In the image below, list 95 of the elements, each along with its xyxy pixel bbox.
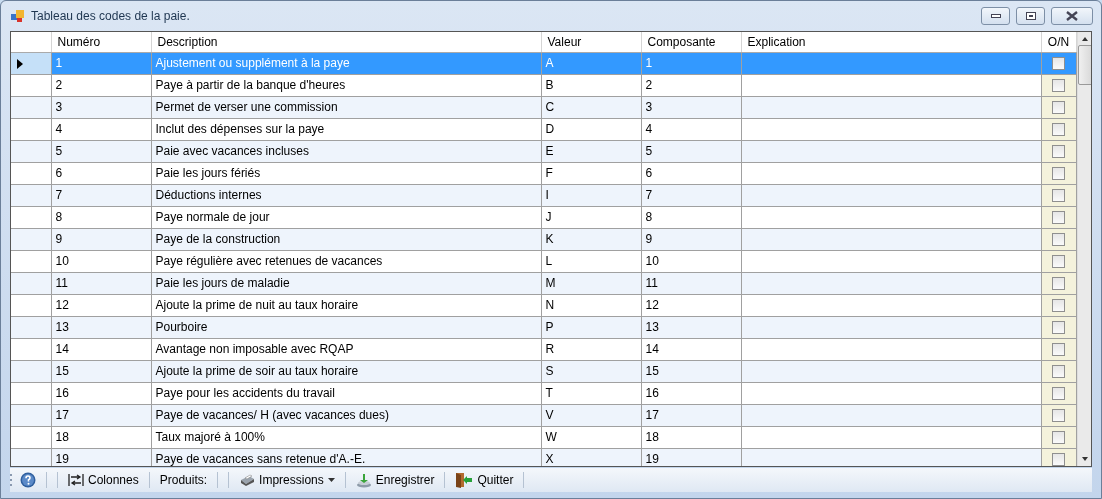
- table-cell: L: [541, 250, 641, 272]
- column-header[interactable]: O/N: [1041, 32, 1076, 52]
- table-cell: W: [541, 426, 641, 448]
- exit-icon: [455, 472, 474, 488]
- minimize-icon: [990, 14, 1001, 18]
- scroll-down-icon[interactable]: [1081, 455, 1089, 463]
- window-title: Tableau des codes de la paie.: [31, 8, 191, 25]
- minimize-button[interactable]: [981, 7, 1010, 25]
- table-cell: 16: [51, 382, 151, 404]
- table-cell: 14: [641, 338, 741, 360]
- table-cell: 4: [51, 118, 151, 140]
- row-pointer-icon: [17, 58, 23, 69]
- table-cell: 2: [641, 74, 741, 96]
- table-cell: Permet de verser une commission: [151, 96, 541, 118]
- table-cell: 6: [641, 162, 741, 184]
- toolbar-button[interactable]: Quitter: [452, 471, 517, 489]
- table-cell: Paie les jours de maladie: [151, 272, 541, 294]
- column-header[interactable]: Description: [151, 32, 541, 52]
- caret-icon: [327, 478, 335, 482]
- table-cell: 6: [51, 162, 151, 184]
- table-cell: D: [541, 118, 641, 140]
- table-cell: 8: [641, 206, 741, 228]
- table-cell: Déductions internes: [151, 184, 541, 206]
- maximize-icon: [1025, 12, 1036, 20]
- table-cell: F: [541, 162, 641, 184]
- table-cell: 12: [51, 294, 151, 316]
- close-button[interactable]: [1051, 7, 1093, 25]
- printer-icon: [239, 473, 256, 487]
- table-cell: Pourboire: [151, 316, 541, 338]
- checkbox[interactable]: [1052, 431, 1065, 445]
- table-cell: 10: [641, 250, 741, 272]
- column-header[interactable]: Numéro: [51, 32, 151, 52]
- checkbox[interactable]: [1052, 409, 1065, 423]
- table-cell: Paye de vacances/ H (avec vacances dues): [151, 404, 541, 426]
- table-cell: Inclut des dépenses sur la paye: [151, 118, 541, 140]
- checkbox[interactable]: [1052, 255, 1065, 269]
- help-icon: [20, 472, 36, 488]
- table-cell: Paye à partir de la banque d'heures: [151, 74, 541, 96]
- checkbox[interactable]: [1052, 189, 1065, 203]
- table-cell: Paye pour les accidents du travail: [151, 382, 541, 404]
- table-cell: 16: [641, 382, 741, 404]
- checkbox[interactable]: [1052, 233, 1065, 247]
- scroll-up-icon[interactable]: [1081, 35, 1089, 43]
- checkbox[interactable]: [1052, 365, 1065, 379]
- table-cell: R: [541, 338, 641, 360]
- close-icon: [1066, 11, 1078, 21]
- checkbox[interactable]: [1052, 321, 1065, 335]
- maximize-button[interactable]: [1016, 7, 1045, 25]
- table-cell: 14: [51, 338, 151, 360]
- checkbox[interactable]: [1052, 79, 1065, 93]
- table-cell: Paye de la construction: [151, 228, 541, 250]
- dropdown-button[interactable]: Impressions: [236, 471, 338, 489]
- column-header[interactable]: Explication: [741, 32, 1041, 52]
- window-icon: [11, 9, 25, 23]
- scroll-thumb[interactable]: [1077, 45, 1091, 85]
- checkbox[interactable]: [1052, 387, 1065, 401]
- table-cell: J: [541, 206, 641, 228]
- table-cell: T: [541, 382, 641, 404]
- row-header[interactable]: [11, 52, 51, 74]
- checkbox[interactable]: [1052, 211, 1065, 225]
- table-cell: Ajoute la prime de soir au taux horaire: [151, 360, 541, 382]
- table-cell: Paye régulière avec retenues de vacances: [151, 250, 541, 272]
- column-header[interactable]: Valeur: [541, 32, 641, 52]
- table-cell: Paie avec vacances incluses: [151, 140, 541, 162]
- checkbox[interactable]: [1052, 453, 1065, 466]
- checkbox[interactable]: [1052, 167, 1065, 181]
- checkbox[interactable]: [1052, 57, 1065, 71]
- checkbox[interactable]: [1052, 343, 1065, 357]
- table-cell: Taux majoré à 100%: [151, 426, 541, 448]
- toolbar-button[interactable]: Enregistrer: [352, 471, 438, 489]
- table-cell: 12: [641, 294, 741, 316]
- column-header[interactable]: Composante: [641, 32, 741, 52]
- columns-icon: [68, 473, 84, 487]
- table-cell: N: [541, 294, 641, 316]
- checkbox[interactable]: [1052, 277, 1065, 291]
- table-cell: Avantage non imposable avec RQAP: [151, 338, 541, 360]
- table-cell: Ajustement ou supplément à la paye: [151, 52, 541, 74]
- table-cell: 10: [51, 250, 151, 272]
- checkbox[interactable]: [1052, 123, 1065, 137]
- table-cell: Paie les jours fériés: [151, 162, 541, 184]
- save-icon: [355, 472, 372, 488]
- toolbar-button[interactable]: Colonnes: [65, 471, 142, 489]
- table-cell: Ajoute la prime de nuit au taux horaire: [151, 294, 541, 316]
- table-cell: B: [541, 74, 641, 96]
- table-cell: Paye normale de jour: [151, 206, 541, 228]
- checkbox[interactable]: [1052, 145, 1065, 159]
- checkbox[interactable]: [1052, 101, 1065, 115]
- table-cell: 2: [51, 74, 151, 96]
- table-cell: 4: [641, 118, 741, 140]
- grip-icon[interactable]: [10, 473, 13, 487]
- table-cell: 18: [51, 426, 151, 448]
- table-cell: 18: [641, 426, 741, 448]
- table-cell: 8: [51, 206, 151, 228]
- toolbar-label: Produits:: [158, 472, 209, 489]
- checkbox[interactable]: [1052, 299, 1065, 313]
